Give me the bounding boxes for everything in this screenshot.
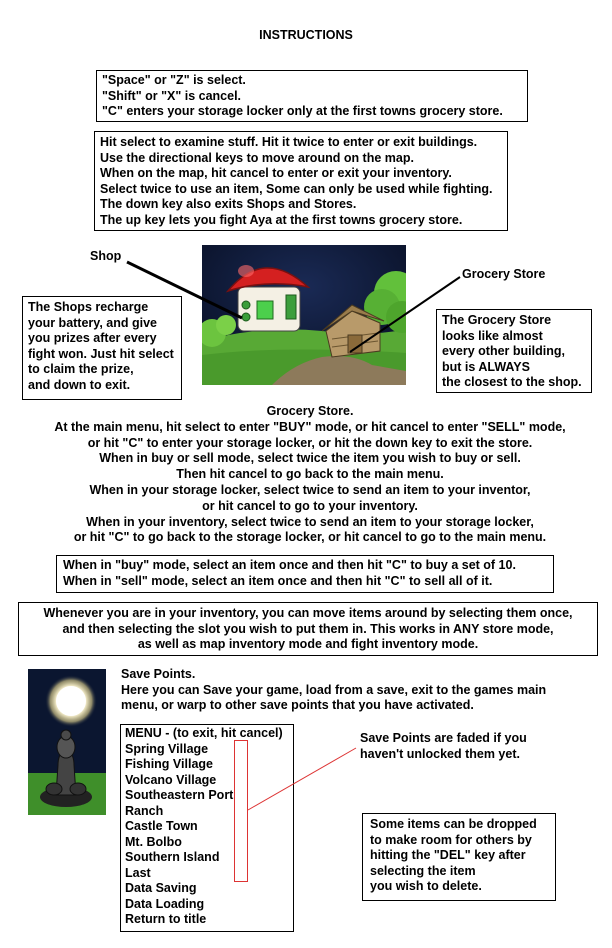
inventory-tip-line: and then selecting the slot you wish to … bbox=[62, 621, 554, 636]
controls-line: "C" enters your storage locker only at t… bbox=[102, 104, 503, 118]
menu-header: MENU - (to exit, hit cancel) bbox=[125, 726, 283, 740]
grocery-instructions: Grocery Store. At the main menu, hit sel… bbox=[20, 404, 600, 546]
save-points-heading: Save Points. bbox=[121, 667, 196, 681]
shops-note-line: The Shops recharge bbox=[28, 300, 149, 314]
controls-box: "Space" or "Z" is select. "Shift" or "X"… bbox=[96, 70, 528, 122]
grocery-heading: Grocery Store. bbox=[266, 404, 354, 418]
shops-note-line: you prizes after every bbox=[28, 331, 157, 345]
drop-note-line: Some items can be dropped bbox=[370, 817, 537, 831]
game-scene-image bbox=[202, 245, 406, 385]
inventory-tip-line: as well as map inventory mode and fight … bbox=[137, 637, 479, 651]
shops-note-line: your battery, and give bbox=[28, 315, 157, 330]
shops-note-line: fight won. Just hit select bbox=[28, 346, 174, 361]
drop-note-line: you wish to delete. bbox=[370, 879, 482, 893]
faded-save-points-note: Save Points are faded if you haven't unl… bbox=[360, 731, 527, 762]
shops-note-line: to claim the prize, bbox=[28, 362, 134, 376]
grocery-line: Then hit cancel to go back to the main m… bbox=[176, 467, 444, 482]
menu-item-return-to-title[interactable]: Return to title bbox=[125, 912, 289, 928]
inventory-tip-box: Whenever you are in your inventory, you … bbox=[18, 602, 598, 656]
grocery-store-label: Grocery Store bbox=[462, 267, 546, 281]
basics-line: Select twice to use an item, Some can on… bbox=[100, 181, 493, 196]
controls-line: "Space" or "Z" is select. bbox=[102, 73, 246, 87]
grocery-line: When in buy or sell mode, select twice t… bbox=[99, 451, 521, 466]
inventory-tip-line: Whenever you are in your inventory, you … bbox=[43, 606, 573, 620]
drop-items-note-box: Some items can be dropped to make room f… bbox=[362, 813, 556, 901]
locked-save-points-highlight bbox=[234, 740, 248, 882]
save-points-line: Here you can Save your game, load from a… bbox=[121, 682, 547, 697]
save-point-menu: MENU - (to exit, hit cancel) Spring Vill… bbox=[120, 724, 294, 932]
shops-note-box: The Shops recharge your battery, and giv… bbox=[22, 296, 182, 400]
drop-note-line: hitting the "DEL" key after bbox=[370, 848, 526, 862]
save-point-image bbox=[28, 669, 106, 815]
drop-note-line: to make room for others by bbox=[370, 832, 532, 847]
menu-item-southeastern-port[interactable]: Southeastern Port bbox=[125, 788, 289, 804]
grocery-line: At the main menu, hit select to enter "B… bbox=[54, 419, 566, 434]
faded-note-line: Save Points are faded if you bbox=[360, 731, 527, 745]
shops-note-line: and down to exit. bbox=[28, 377, 131, 392]
basics-line: Use the directional keys to move around … bbox=[100, 150, 414, 165]
menu-item-castle-town[interactable]: Castle Town bbox=[125, 819, 289, 835]
grocery-line: or hit "C" to enter your storage locker,… bbox=[87, 435, 533, 450]
menu-item-data-saving[interactable]: Data Saving bbox=[125, 881, 289, 897]
grocery-note-line: The Grocery Store bbox=[442, 313, 552, 327]
faded-note-line: haven't unlocked them yet. bbox=[360, 746, 520, 761]
grocery-line: When in your inventory, select twice to … bbox=[86, 514, 534, 529]
menu-item-mt-bolbo[interactable]: Mt. Bolbo bbox=[125, 835, 289, 851]
menu-item-ranch[interactable]: Ranch bbox=[125, 804, 289, 820]
basics-line: The up key lets you fight Aya at the fir… bbox=[100, 212, 463, 227]
menu-item-volcano-village[interactable]: Volcano Village bbox=[125, 773, 289, 789]
save-points-line: menu, or warp to other save points that … bbox=[121, 698, 474, 712]
grocery-line: When in your storage locker, select twic… bbox=[89, 482, 531, 497]
grocery-note-line: but is ALWAYS bbox=[442, 359, 530, 374]
menu-item-fishing-village[interactable]: Fishing Village bbox=[125, 757, 289, 773]
page-title: INSTRUCTIONS bbox=[259, 28, 353, 42]
grocery-note-line: the closest to the shop. bbox=[442, 375, 582, 389]
save-points-description: Save Points. Here you can Save your game… bbox=[121, 667, 601, 714]
basics-line: Hit select to examine stuff. Hit it twic… bbox=[100, 135, 478, 149]
menu-item-spring-village[interactable]: Spring Village bbox=[125, 742, 289, 758]
drop-note-line: selecting the item bbox=[370, 863, 476, 878]
basics-line: When on the map, hit cancel to enter or … bbox=[100, 166, 452, 180]
menu-item-data-loading[interactable]: Data Loading bbox=[125, 897, 289, 913]
menu-item-southern-island[interactable]: Southern Island bbox=[125, 850, 289, 866]
basics-line: The down key also exits Shops and Stores… bbox=[100, 197, 357, 211]
grocery-note-line: looks like almost bbox=[442, 328, 543, 343]
buy-sell-tips-box: When in "buy" mode, select an item once … bbox=[56, 555, 554, 593]
menu-item-last[interactable]: Last bbox=[125, 866, 289, 882]
grocery-note-line: every other building, bbox=[442, 344, 565, 358]
shop-label: Shop bbox=[90, 249, 122, 263]
grocery-line: or hit cancel to go to your inventory. bbox=[202, 498, 418, 513]
mode-tip-line: When in "buy" mode, select an item once … bbox=[63, 558, 516, 572]
grocery-line: or hit "C" to go back to the storage loc… bbox=[73, 530, 547, 545]
basics-box: Hit select to examine stuff. Hit it twic… bbox=[94, 131, 508, 231]
grocery-note-box: The Grocery Store looks like almost ever… bbox=[436, 309, 592, 393]
mode-tip-line: When in "sell" mode, select an item once… bbox=[63, 573, 493, 588]
controls-line: "Shift" or "X" is cancel. bbox=[102, 88, 242, 103]
